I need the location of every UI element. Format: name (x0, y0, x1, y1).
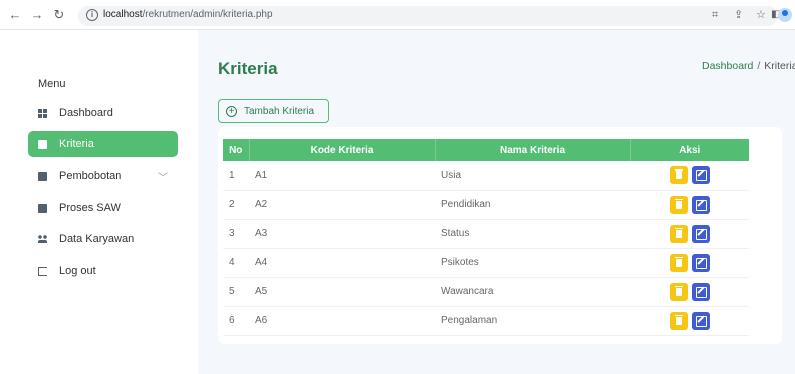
cell-nama: Status (441, 228, 470, 239)
edit-pencil-icon[interactable] (691, 166, 710, 185)
reload-icon[interactable]: ↻ (52, 8, 66, 22)
cell-kode: A6 (255, 315, 268, 326)
breadcrumb-link-dashboard[interactable]: Dashboard (702, 60, 753, 72)
bookmark-star-icon[interactable]: ☆ (756, 9, 766, 21)
delete-trash-icon[interactable] (669, 311, 688, 330)
share-icon[interactable]: ⇪ (734, 9, 743, 21)
breadcrumb: Dashboard / Kriteria (702, 60, 795, 72)
translate-icon[interactable]: ⌗ (712, 9, 718, 21)
cell-no: 1 (229, 169, 235, 181)
sidebar-item-proses-saw[interactable]: Proses SAW (28, 195, 178, 221)
document-icon (38, 171, 47, 181)
back-arrow-icon[interactable]: ← (8, 8, 22, 22)
sidebar-item-data-karyawan[interactable]: Data Karyawan (28, 226, 178, 252)
breadcrumb-separator: / (757, 60, 761, 72)
url-text[interactable]: localhost/rekrutmen/admin/kriteria.php (103, 9, 273, 20)
cell-kode: A5 (255, 286, 268, 297)
kriteria-table: No Kode Kriteria Nama Kriteria Aksi 1 A1… (223, 139, 749, 336)
cell-nama: Usia (441, 169, 462, 181)
sidebar-item-dashboard[interactable]: Dashboard (28, 100, 178, 126)
document-icon (38, 139, 47, 149)
sidebar-item-logout[interactable]: Log out (28, 258, 178, 284)
cell-no: 2 (229, 199, 235, 210)
table-header-row: No Kode Kriteria Nama Kriteria Aksi (223, 139, 749, 161)
logout-icon (38, 266, 47, 276)
column-header-nama: Nama Kriteria (435, 139, 631, 161)
sidebar-item-pembobotan[interactable]: Pembobotan ﹀ (28, 163, 178, 189)
cell-kode: A2 (255, 199, 268, 210)
browser-toolbar: ← → ↻ i localhost/rekrutmen/admin/kriter… (0, 0, 795, 30)
delete-trash-icon[interactable] (669, 166, 688, 185)
table-row: 5 A5 Wawancara (223, 277, 749, 306)
table-row: 6 A6 Pengalaman (223, 306, 749, 335)
cell-no: 5 (229, 286, 235, 297)
delete-trash-icon[interactable] (669, 253, 688, 272)
column-header-no: No (223, 139, 250, 161)
cell-nama: Wawancara (441, 286, 494, 297)
kriteria-table-card: No Kode Kriteria Nama Kriteria Aksi 1 A1… (218, 127, 782, 344)
dashboard-grid-icon (38, 108, 47, 118)
sidebar-item-label: Data Karyawan (59, 233, 135, 245)
plus-circle-icon: + (226, 106, 237, 117)
cell-nama: Psikotes (441, 257, 479, 268)
sidebar-item-label: Pembobotan (59, 170, 122, 182)
sidebar-item-label: Kriteria (59, 138, 94, 150)
cell-aksi (630, 190, 749, 219)
delete-trash-icon[interactable] (669, 195, 688, 214)
breadcrumb-current: Kriteria (764, 60, 795, 72)
profile-avatar-icon[interactable] (778, 8, 792, 22)
people-icon (38, 234, 47, 244)
edit-pencil-icon[interactable] (691, 311, 710, 330)
table-row: 4 A4 Psikotes (223, 248, 749, 277)
column-header-aksi: Aksi (679, 144, 701, 156)
table-row: 3 A3 Status (223, 219, 749, 248)
cell-no: 6 (229, 315, 235, 326)
table-row: 1 A1 Usia (223, 161, 749, 190)
cell-kode: A4 (255, 257, 268, 268)
cell-aksi (630, 277, 749, 306)
sidebar-item-label: Proses SAW (59, 202, 121, 214)
add-kriteria-label: Tambah Kriteria (244, 106, 315, 117)
cell-aksi (630, 248, 749, 277)
sidebar: Menu Dashboard Kriteria Pembobotan ﹀ Pro… (0, 30, 198, 374)
edit-pencil-icon[interactable] (691, 195, 710, 214)
page-title: Kriteria (218, 59, 278, 78)
document-icon (38, 203, 47, 213)
sidebar-item-label: Log out (59, 265, 96, 277)
add-kriteria-button[interactable]: + Tambah Kriteria (218, 99, 329, 123)
sidebar-item-kriteria[interactable]: Kriteria (28, 131, 178, 157)
sidebar-item-label: Dashboard (59, 107, 113, 119)
cell-nama: Pendidikan (441, 199, 491, 210)
edit-pencil-icon[interactable] (691, 224, 710, 243)
cell-aksi (630, 161, 749, 190)
cell-aksi (630, 306, 749, 335)
edit-pencil-icon[interactable] (691, 253, 710, 272)
cell-aksi (630, 219, 749, 248)
column-header-kode: Kode Kriteria (249, 139, 436, 161)
forward-arrow-icon[interactable]: → (30, 8, 44, 22)
cell-no: 3 (229, 228, 235, 239)
cell-nama: Pengalaman (441, 315, 498, 326)
site-info-icon[interactable]: i (86, 9, 98, 21)
cell-kode: A1 (255, 169, 268, 181)
cell-no: 4 (229, 257, 235, 268)
main-content: Kriteria Dashboard / Kriteria + Tambah Kri… (198, 30, 795, 374)
cell-kode: A3 (255, 228, 268, 239)
sidebar-menu-title: Menu (38, 78, 66, 90)
edit-pencil-icon[interactable] (691, 282, 710, 301)
table-row: 2 A2 Pendidikan (223, 190, 749, 219)
delete-trash-icon[interactable] (669, 224, 688, 243)
chevron-down-icon: ﹀ (158, 172, 168, 184)
delete-trash-icon[interactable] (669, 282, 688, 301)
